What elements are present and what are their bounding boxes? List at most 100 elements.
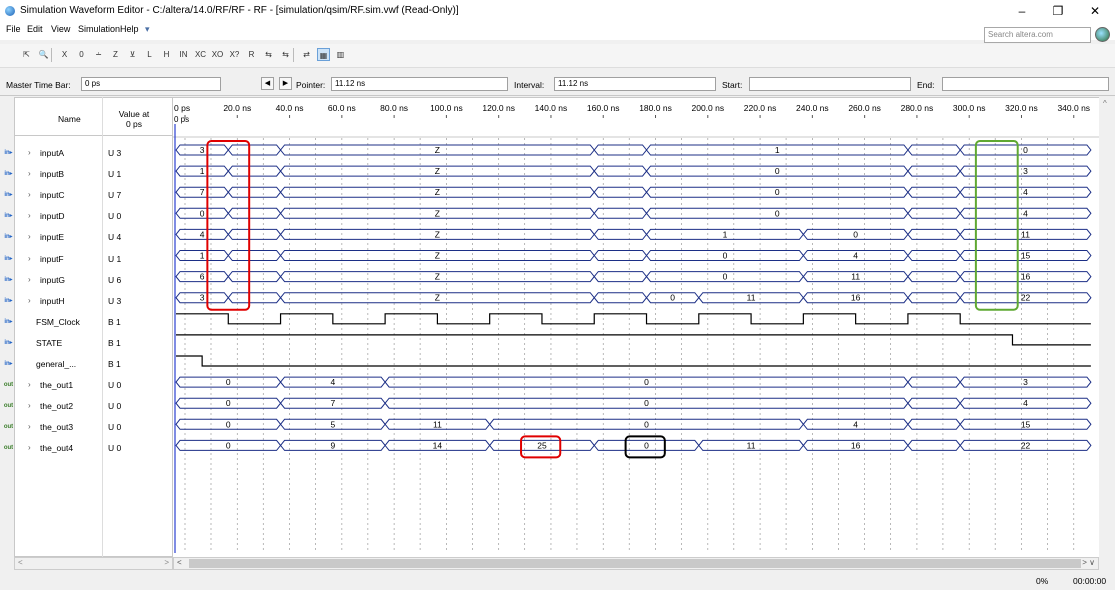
menu-file[interactable]: File bbox=[6, 24, 21, 34]
output-pin-icon: out bbox=[3, 424, 14, 430]
start-label: Start: bbox=[722, 80, 743, 90]
signal-name[interactable]: inputE bbox=[40, 232, 64, 242]
menu-help[interactable]: Help bbox=[120, 24, 139, 34]
arbitrary-value-icon[interactable]: R bbox=[245, 48, 258, 61]
bus-value-label: 0 bbox=[644, 440, 649, 450]
bus-segment bbox=[907, 186, 961, 198]
signal-name[interactable]: inputH bbox=[40, 296, 65, 306]
expand-chevron-icon[interactable]: › bbox=[28, 380, 31, 389]
column-divider[interactable] bbox=[102, 97, 103, 557]
minimize-button[interactable]: – bbox=[1002, 0, 1042, 22]
signal-name[interactable]: general_... bbox=[36, 359, 76, 369]
bus-value-label: 4 bbox=[200, 229, 205, 239]
clock-icon[interactable]: XO bbox=[211, 48, 224, 61]
scroll-left-icon[interactable]: < bbox=[18, 558, 23, 567]
expand-chevron-icon[interactable]: › bbox=[28, 296, 31, 305]
count-icon[interactable]: XC bbox=[194, 48, 207, 61]
signal-value: U 0 bbox=[108, 211, 122, 221]
bus-segment bbox=[593, 207, 648, 219]
forcing-high-icon[interactable]: Z bbox=[109, 48, 122, 61]
weak-low-icon[interactable]: L bbox=[143, 48, 156, 61]
expand-chevron-icon[interactable]: › bbox=[28, 422, 31, 431]
end-field[interactable] bbox=[942, 77, 1109, 91]
signal-name[interactable]: inputD bbox=[40, 211, 65, 221]
waveform-icon[interactable]: ▥ bbox=[334, 48, 347, 61]
snap-icon[interactable]: ⇆ bbox=[262, 48, 275, 61]
expand-chevron-icon[interactable]: › bbox=[28, 401, 31, 410]
signal-name[interactable]: the_out2 bbox=[40, 401, 73, 411]
bus-segment bbox=[907, 397, 961, 409]
high-impedance-icon[interactable]: ⊻ bbox=[126, 48, 139, 61]
signal-name[interactable]: inputG bbox=[40, 275, 65, 285]
signal-name[interactable]: STATE bbox=[36, 338, 62, 348]
menu-view[interactable]: View bbox=[51, 24, 70, 34]
time-tick-label: 220.0 ns bbox=[744, 103, 777, 113]
invert-value-icon[interactable]: IN bbox=[177, 48, 190, 61]
interval-label: Interval: bbox=[514, 80, 545, 90]
prev-transition-button[interactable]: ◀ bbox=[261, 77, 274, 90]
expand-chevron-icon[interactable]: › bbox=[28, 190, 31, 199]
feedback-icon[interactable]: ▾ bbox=[145, 24, 150, 35]
signal-name[interactable]: inputA bbox=[40, 148, 64, 158]
name-column-header[interactable]: Name bbox=[58, 114, 81, 124]
waveform-scroll-thumb[interactable] bbox=[189, 559, 1081, 568]
count-value-icon[interactable]: 0 bbox=[75, 48, 88, 61]
expand-chevron-icon[interactable]: › bbox=[28, 443, 31, 452]
bus-value-label: 1 bbox=[200, 251, 205, 261]
next-transition-button[interactable]: ▶ bbox=[279, 77, 292, 90]
weak-high-icon[interactable]: H bbox=[160, 48, 173, 61]
bus-segment bbox=[593, 292, 648, 304]
globe-icon[interactable] bbox=[1095, 27, 1110, 42]
merge-icon[interactable]: ⇆ bbox=[279, 48, 292, 61]
bus-value-label: 0 bbox=[644, 377, 649, 387]
bus-segment bbox=[907, 165, 961, 177]
search-input[interactable]: Search altera.com bbox=[984, 27, 1091, 43]
signal-name[interactable]: inputF bbox=[40, 254, 64, 264]
bus-segment bbox=[227, 292, 282, 304]
time-tick-label: 260.0 ns bbox=[848, 103, 881, 113]
expand-chevron-icon[interactable]: › bbox=[28, 169, 31, 178]
master-time-field[interactable]: 0 ps bbox=[81, 77, 221, 91]
pointer-icon[interactable]: ⇱ bbox=[20, 48, 33, 61]
signal-name[interactable]: the_out3 bbox=[40, 422, 73, 432]
name-pane-scrollbar[interactable]: < > bbox=[14, 557, 173, 570]
wave-scroll-left-icon[interactable]: < bbox=[177, 558, 182, 567]
close-button[interactable]: ✕ bbox=[1075, 0, 1115, 22]
menu-simulation[interactable]: Simulation bbox=[78, 24, 120, 34]
start-field[interactable] bbox=[749, 77, 911, 91]
interval-field: 11.12 ns bbox=[554, 77, 716, 91]
scroll-right-icon[interactable]: > bbox=[164, 558, 169, 567]
signal-name[interactable]: the_out4 bbox=[40, 443, 73, 453]
zoom-icon[interactable]: 🔍 bbox=[37, 48, 50, 61]
expand-chevron-icon[interactable]: › bbox=[28, 211, 31, 220]
scroll-up-icon[interactable]: ^ bbox=[1103, 99, 1107, 108]
input-pin-icon: in▸ bbox=[4, 298, 13, 304]
signal-name[interactable]: inputB bbox=[40, 169, 64, 179]
signal-value: B 1 bbox=[108, 338, 121, 348]
expand-chevron-icon[interactable]: › bbox=[28, 148, 31, 157]
invert-icon[interactable]: X bbox=[58, 48, 71, 61]
expand-chevron-icon[interactable]: › bbox=[28, 275, 31, 284]
menu-edit[interactable]: Edit bbox=[27, 24, 43, 34]
signal-name[interactable]: inputC bbox=[40, 190, 65, 200]
forcing-low-icon[interactable]: ∸ bbox=[92, 48, 105, 61]
maximize-button[interactable]: ❐ bbox=[1038, 0, 1078, 22]
grid-icon[interactable]: ▦ bbox=[317, 48, 330, 61]
random-icon[interactable]: X? bbox=[228, 48, 241, 61]
time-tick-label: 160.0 ns bbox=[587, 103, 620, 113]
bus-segment bbox=[593, 271, 648, 283]
signal-name[interactable]: FSM_Clock bbox=[36, 317, 80, 327]
expand-chevron-icon[interactable]: › bbox=[28, 232, 31, 241]
expand-chevron-icon[interactable]: › bbox=[28, 254, 31, 263]
bit-waveform bbox=[176, 355, 1091, 367]
bus-value-label: 22 bbox=[1021, 293, 1031, 303]
bus-value-label: 0 bbox=[226, 419, 231, 429]
waveform-canvas[interactable]: 0 ps 20.0 ns 40.0 ns 60.0 ns 80.0 ns 100.0 ns… bbox=[173, 98, 1101, 558]
wave-scroll-right-icon[interactable]: > ∨ bbox=[1082, 558, 1095, 567]
signal-name[interactable]: the_out1 bbox=[40, 380, 73, 390]
bus-value-label: 16 bbox=[1021, 272, 1031, 282]
output-pin-icon: out bbox=[3, 445, 14, 451]
ungroup-icon[interactable]: ⇄ bbox=[300, 48, 313, 61]
waveform-pane[interactable]: 0 ps 20.0 ns 40.0 ns 60.0 ns 80.0 ns 100.0 ns… bbox=[173, 97, 1101, 558]
vertical-scrollbar[interactable]: ^ bbox=[1099, 97, 1115, 557]
